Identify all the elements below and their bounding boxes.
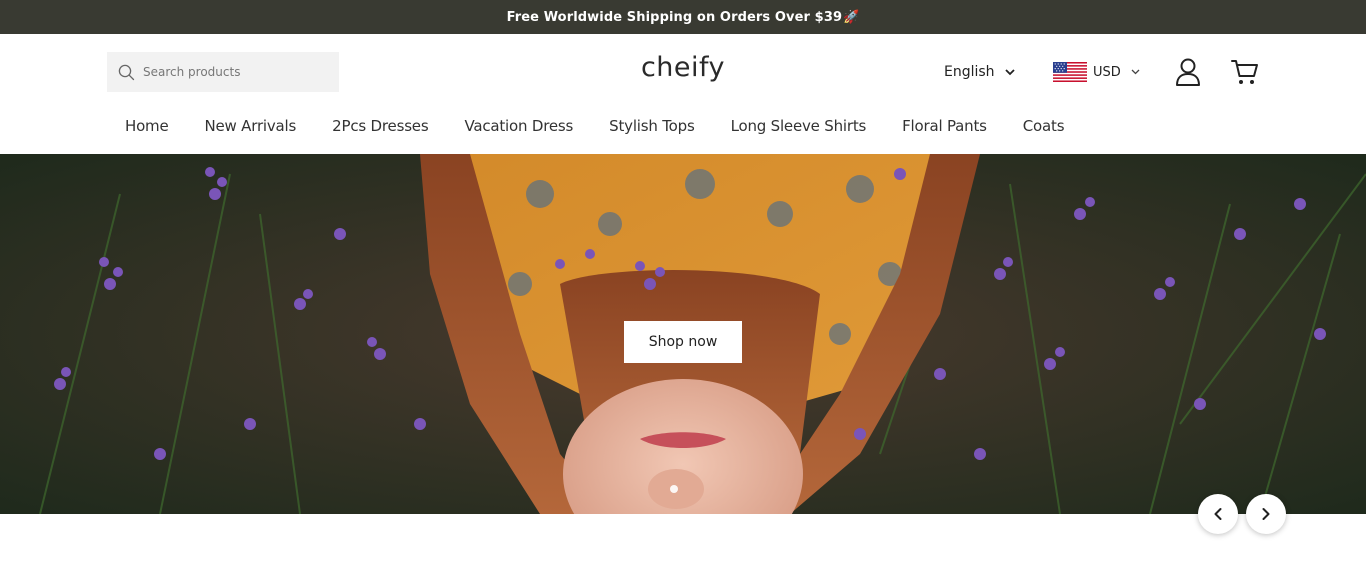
chevron-right-icon [1262,508,1270,520]
language-label: English [944,64,995,80]
hero-banner: Shop now [0,154,1366,514]
account-button[interactable] [1174,57,1202,87]
shop-now-button[interactable]: Shop now [624,321,742,363]
announcement-text: Free Worldwide Shipping on Orders Over $… [506,9,843,25]
main-nav: Home New Arrivals 2Pcs Dresses Vacation … [107,110,1082,142]
site-logo[interactable]: cheify [641,52,725,83]
slider-prev-button[interactable] [1198,494,1238,534]
slider-dot-active[interactable] [670,485,678,493]
chevron-left-icon [1214,508,1222,520]
rocket-icon: 🚀 [843,9,860,25]
nav-item-stylish-tops[interactable]: Stylish Tops [591,117,712,135]
nav-item-new-arrivals[interactable]: New Arrivals [187,117,315,135]
chevron-down-icon [1004,68,1015,75]
cart-button[interactable] [1230,57,1260,87]
announcement-bar: Free Worldwide Shipping on Orders Over $… [0,0,1366,34]
chevron-down-icon [1131,69,1140,75]
slider-dots [670,485,678,493]
nav-item-long-sleeve-shirts[interactable]: Long Sleeve Shirts [713,117,885,135]
nav-item-home[interactable]: Home [107,117,187,135]
nav-item-floral-pants[interactable]: Floral Pants [884,117,1005,135]
user-icon [1176,58,1200,86]
search-box[interactable] [107,52,339,92]
search-icon [118,64,135,80]
nav-item-coats[interactable]: Coats [1005,117,1083,135]
search-input[interactable] [143,65,323,79]
currency-selector[interactable]: USD [1053,61,1140,83]
cart-icon [1231,60,1258,84]
us-flag-icon [1053,62,1087,82]
slider-next-button[interactable] [1246,494,1286,534]
nav-item-vacation-dress[interactable]: Vacation Dress [446,117,591,135]
currency-label: USD [1093,64,1121,80]
nav-item-2pcs-dresses[interactable]: 2Pcs Dresses [314,117,446,135]
language-selector[interactable]: English [944,62,1015,82]
